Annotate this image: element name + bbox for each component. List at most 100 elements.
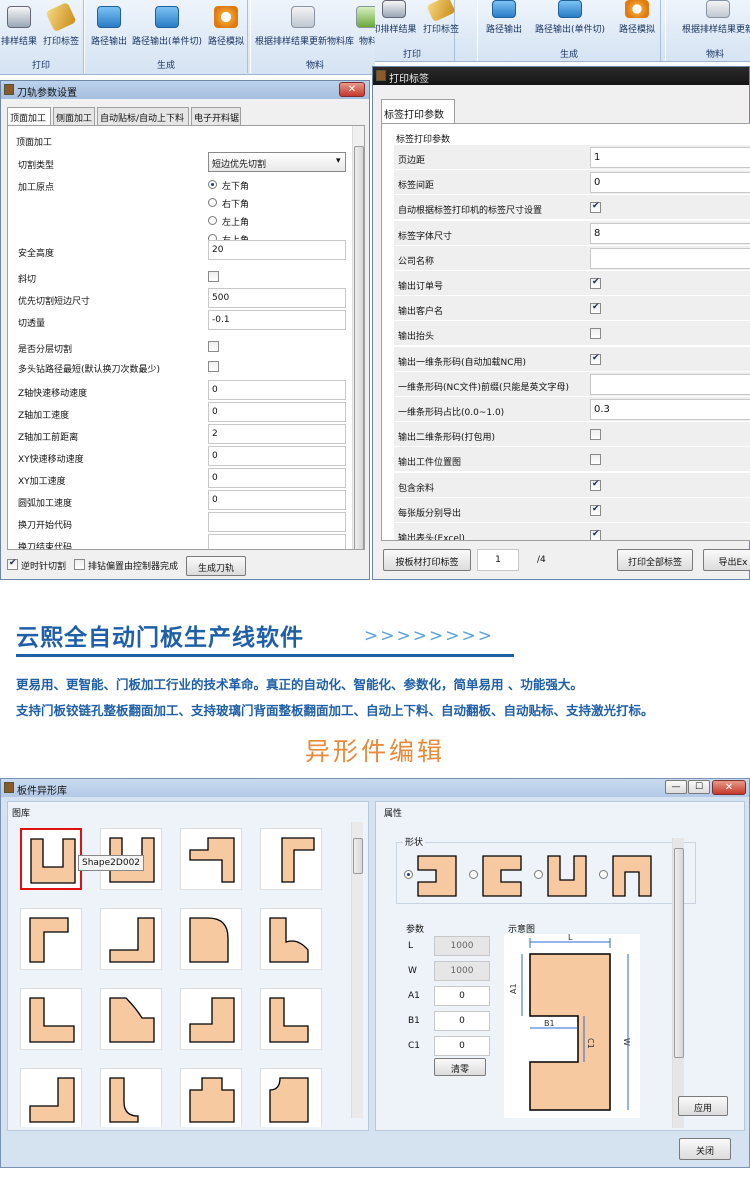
shape-thumbnail[interactable] [20,1068,82,1127]
generate-toolpath-button[interactable]: 生成刀轨 [186,556,246,576]
setting-input[interactable]: -0.1 [208,310,346,330]
minimize-button[interactable]: — [665,780,687,794]
param-checkbox[interactable] [590,277,601,289]
param-input[interactable]: 8 [590,222,750,244]
print-label-button[interactable]: 打印标签 [420,0,462,35]
path-simulate-button[interactable]: 路径模拟 [614,0,660,35]
setting-input[interactable]: 0 [208,380,346,400]
shape-thumbnail[interactable] [180,1068,242,1127]
vertical-scrollbar[interactable] [352,126,364,549]
param-checkbox[interactable] [590,328,601,340]
param-checkbox[interactable] [590,302,601,315]
param-input[interactable]: 0.3 [590,399,750,420]
page-input[interactable]: 1 [477,549,519,571]
shape-thumbnail[interactable] [180,828,242,890]
path-simulate-button[interactable]: 路径模拟 [205,6,247,47]
setting-input[interactable] [208,534,346,549]
setting-input[interactable]: 0 [208,468,346,488]
param-checkbox[interactable] [590,353,601,365]
print-layout-button[interactable]: 印排样结果 [375,0,418,35]
tab-side-machining[interactable]: 侧面加工 [53,107,95,125]
tab-top-machining[interactable]: 顶面加工 [7,107,51,126]
param-input[interactable]: 1 [590,147,750,168]
shape-thumbnail[interactable] [100,988,162,1050]
param-checkbox[interactable] [590,201,601,214]
shape-thumbnail[interactable] [260,908,322,970]
shape-thumbnail[interactable] [20,988,82,1050]
close-button[interactable]: 关闭 [679,1138,731,1160]
setting-input[interactable]: 20 [208,240,346,260]
path-output-single-button[interactable]: 路径输出(单件切) [131,6,203,47]
setting-input[interactable]: 0 [208,446,346,466]
clear-button[interactable]: 清零 [434,1058,486,1076]
vertical-scrollbar[interactable] [351,822,363,1118]
print-by-board-button[interactable]: 按板材打印标签 [383,549,471,571]
tab-label-params[interactable]: 标签打印参数 [381,99,455,123]
param-input[interactable]: 0 [434,1036,490,1056]
shape-thumbnail[interactable] [100,908,162,970]
param-input[interactable]: 0 [434,1011,490,1031]
shape-radio[interactable] [469,870,478,879]
param-checkbox[interactable] [590,504,601,516]
cut-type-select[interactable]: 短边优先切割 [208,152,346,172]
scrollbar-thumb[interactable] [674,848,684,1058]
setting-input[interactable]: 0 [208,402,346,422]
shape-radio[interactable] [404,870,413,879]
param-checkbox[interactable] [590,479,601,491]
export-excel-button[interactable]: 导出Ex [703,549,750,571]
shape-option-preview[interactable] [546,854,590,898]
param-input[interactable]: 0 [434,986,490,1006]
param-checkbox[interactable] [590,429,601,441]
controller-offset-checkbox[interactable] [74,559,85,570]
param-checkbox[interactable] [590,529,601,540]
origin-radio[interactable] [208,180,217,189]
scrollbar-thumb[interactable] [354,146,364,549]
material-button[interactable]: 物料 [353,6,375,47]
tab-saw[interactable]: 电子开料锯 [191,107,241,125]
ccw-checkbox[interactable] [7,558,18,570]
origin-radio[interactable] [208,198,217,207]
setting-checkbox[interactable] [208,341,219,352]
setting-input[interactable] [208,512,346,532]
print-layout-button[interactable]: 排样结果 [0,6,39,47]
vertical-scrollbar[interactable] [672,838,684,1128]
path-output-single-button[interactable]: 路径输出(单件切) [530,0,610,35]
scrollbar-thumb[interactable] [353,838,363,874]
param-input[interactable] [590,247,750,269]
setting-input[interactable]: 500 [208,288,346,308]
tab-auto-label[interactable]: 自动贴标/自动上下料 [97,107,189,125]
shape-option-preview[interactable] [416,854,460,898]
shape-thumbnail[interactable] [260,1068,322,1127]
shape-thumbnail[interactable] [20,908,82,970]
apply-button[interactable]: 应用 [678,1096,728,1116]
shape-option-preview[interactable] [481,854,525,898]
shape-radio[interactable] [534,870,543,879]
setting-checkbox[interactable] [208,361,219,372]
path-output-button[interactable]: 路径输出 [482,0,526,35]
update-material-button[interactable]: 根据排样结果更新物料库 [255,6,354,47]
origin-radio[interactable] [208,216,217,225]
setting-input[interactable]: 2 [208,424,346,444]
shape-thumbnail[interactable] [260,988,322,1050]
shape-thumbnail[interactable] [20,828,82,890]
setting-input[interactable]: 0 [208,490,346,510]
print-all-button[interactable]: 打印全部标签 [617,549,693,571]
path-output-button[interactable]: 路径输出 [89,6,129,47]
setting-checkbox[interactable] [208,271,219,282]
param-checkbox[interactable] [590,454,601,466]
shape-thumbnail[interactable] [100,1068,162,1127]
shape-option-preview[interactable] [611,854,655,898]
param-label: 每张版分别导出 [398,508,462,519]
close-button[interactable]: ✕ [339,82,365,97]
shape-thumbnail[interactable] [260,828,322,890]
close-icon[interactable]: ✕ [712,780,746,795]
print-label-button[interactable]: 打印标签 [41,1,81,47]
param-input[interactable]: 0 [590,172,750,194]
label-param-row: 输出二维条形码(打包用) [394,422,750,448]
param-input[interactable] [590,373,750,395]
shape-radio[interactable] [599,870,608,879]
update-material-button[interactable]: 根据排样结果更新 [670,0,750,35]
shape-thumbnail[interactable] [180,908,242,970]
maximize-button[interactable]: ☐ [688,780,710,794]
shape-thumbnail[interactable] [180,988,242,1050]
